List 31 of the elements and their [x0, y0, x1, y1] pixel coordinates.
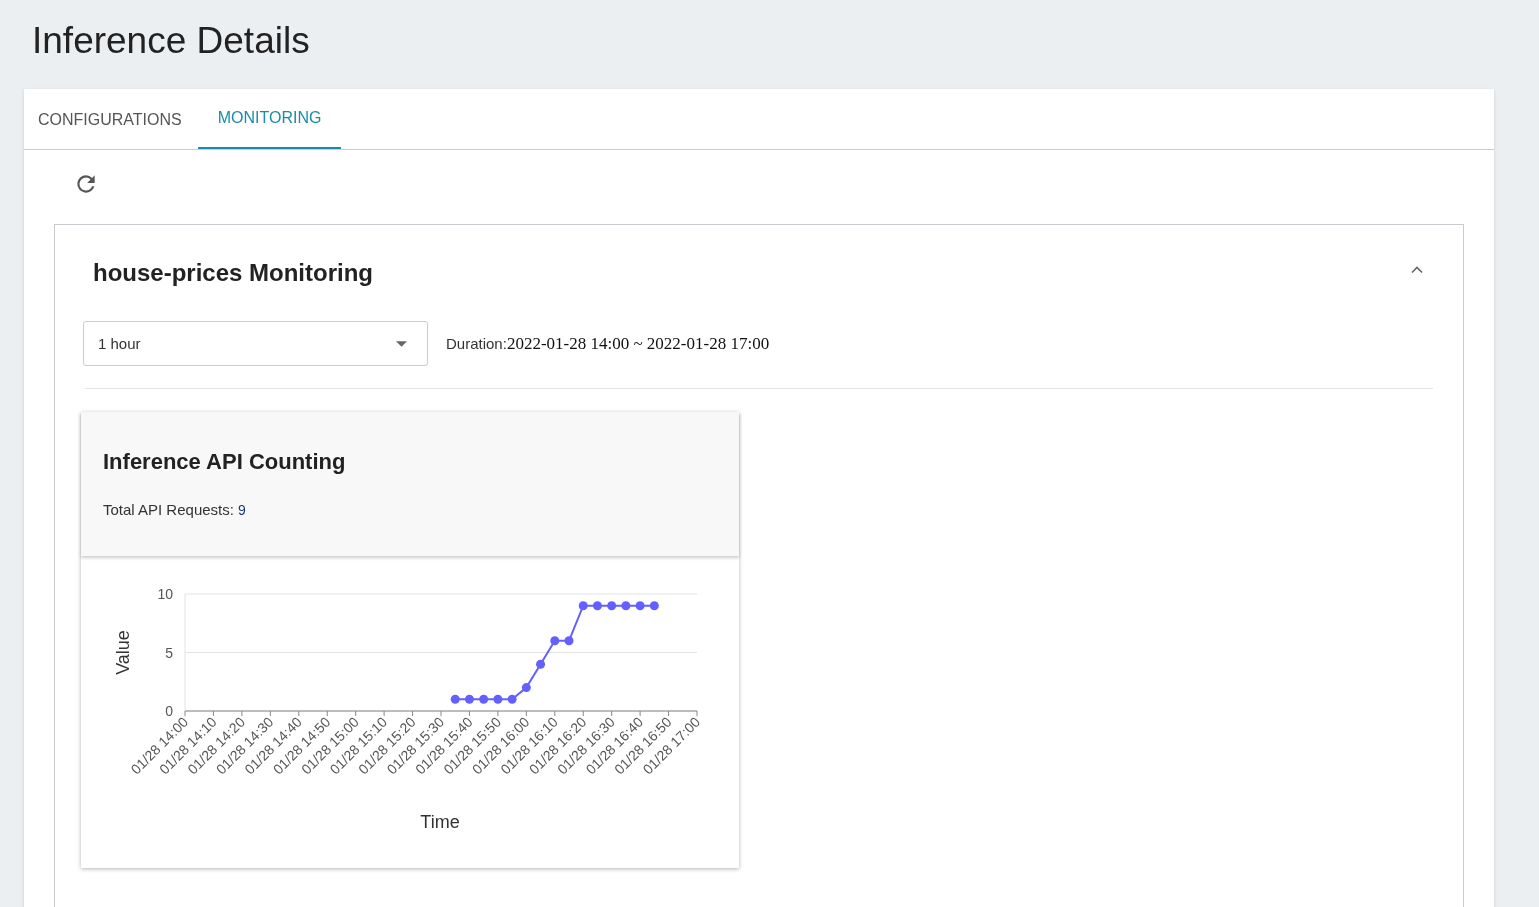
data-point: [450, 694, 460, 704]
range-select[interactable]: 1 hour: [83, 321, 428, 366]
y-tick-label: 5: [165, 644, 173, 661]
y-axis-title: Value: [113, 630, 133, 675]
page-title: Inference Details: [31, 19, 311, 63]
duration-label: Duration:: [446, 335, 507, 352]
data-point: [592, 601, 602, 611]
caret-icon: [396, 340, 407, 347]
tab[interactable]: CONFIGURATIONS: [24, 89, 196, 149]
y-tick-label: 10: [157, 586, 173, 602]
data-point: [621, 601, 631, 611]
total-value: 9: [237, 502, 246, 518]
data-point: [550, 636, 560, 646]
data-point: [649, 601, 659, 611]
chart-title: Inference API Counting: [103, 449, 347, 475]
total-label: Total API Requests:: [103, 501, 234, 518]
data-point: [521, 683, 531, 693]
data-point: [578, 601, 588, 611]
data-point: [464, 694, 474, 704]
x-axis-title: Time: [420, 812, 460, 832]
data-point: [536, 659, 546, 669]
data-point: [493, 694, 503, 704]
data-point: [607, 601, 617, 611]
data-point: [479, 694, 489, 704]
data-point: [564, 636, 574, 646]
tab[interactable]: MONITORING: [197, 89, 342, 149]
data-point: [635, 601, 645, 611]
duration-value: 2022-01-28 14:00 ~ 2022-01-28 17:00: [506, 333, 770, 354]
y-tick-label: 0: [165, 703, 173, 719]
data-point: [507, 694, 517, 704]
panel-title: house-prices Monitoring: [93, 259, 373, 287]
